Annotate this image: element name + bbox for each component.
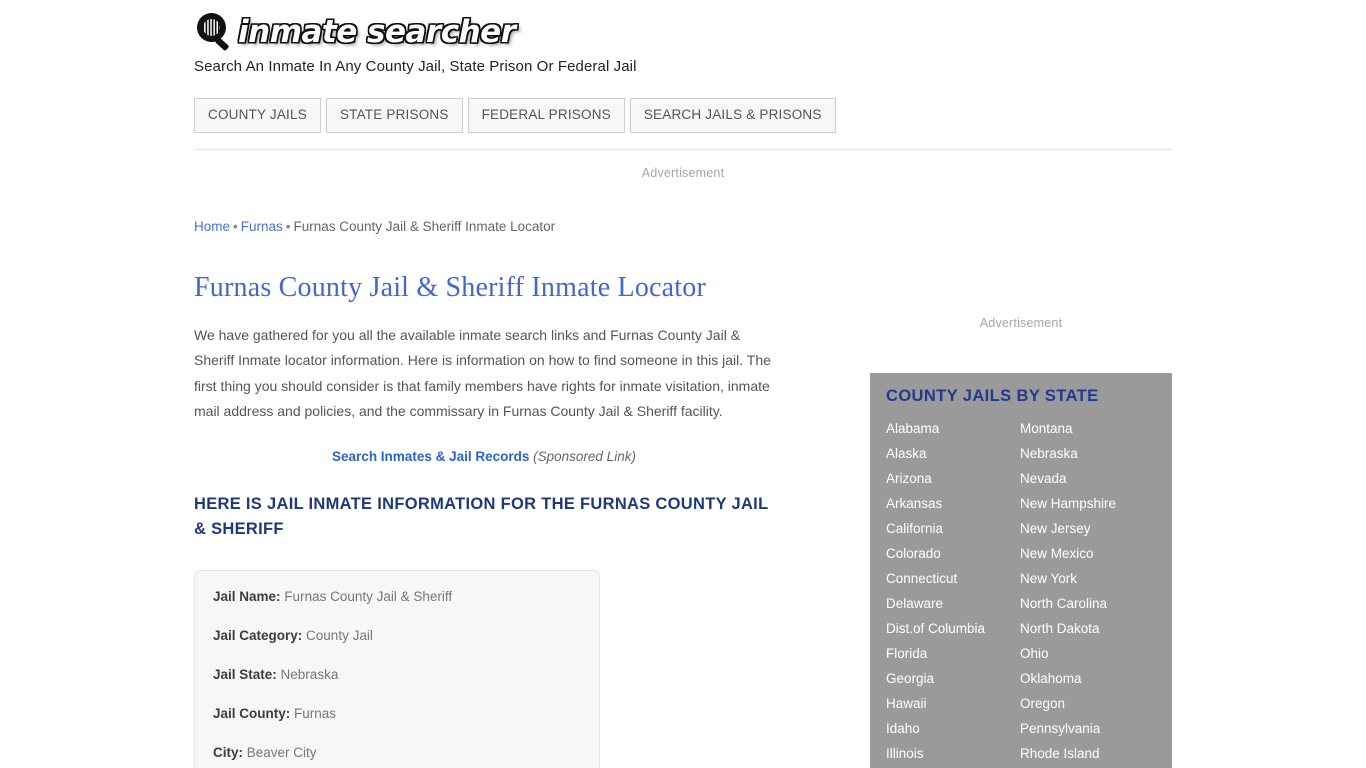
state-column-left: Alabama Alaska Arizona Arkansas California Co… <box>886 416 1020 766</box>
info-value-city: Beaver City <box>246 744 317 760</box>
state-link-north-carolina[interactable]: North Carolina <box>1020 591 1154 616</box>
state-link-new-jersey[interactable]: New Jersey <box>1020 516 1154 541</box>
state-link-florida[interactable]: Florida <box>886 641 1020 666</box>
nav-item-federal-prisons[interactable]: FEDERAL PRISONS <box>467 98 625 133</box>
state-link-arkansas[interactable]: Arkansas <box>886 491 1020 516</box>
breadcrumb: Home • Furnas • Furnas County Jail & Sheriff… <box>194 218 794 236</box>
main-column: Home • Furnas • Furnas County Jail & Sheriff… <box>194 218 794 768</box>
side-ad-label: Advertisement <box>979 316 1063 330</box>
state-link-rhode-island[interactable]: Rhode Island <box>1020 741 1154 766</box>
info-row-city: City: Beaver City <box>213 743 581 763</box>
state-link-ohio[interactable]: Ohio <box>1020 641 1154 666</box>
breadcrumb-current: Furnas County Jail & Sheriff Inmate Loca… <box>293 219 556 234</box>
logo-text: inmate searcher <box>238 14 516 50</box>
logo[interactable]: inmate searcher <box>194 10 1172 54</box>
breadcrumb-home-link[interactable]: Home <box>194 219 230 234</box>
nav-item-search-jails-prisons[interactable]: SEARCH JAILS & PRISONS <box>629 98 836 133</box>
site-header: inmate searcher Search An Inmate In Any … <box>194 10 1172 75</box>
side-ad-slot: Advertisement <box>870 314 1172 330</box>
search-inmates-records-link[interactable]: Search Inmates & Jail Records <box>332 449 529 464</box>
nav-item-state-prisons[interactable]: STATE PRISONS <box>325 98 463 133</box>
state-column-right: Montana Nebraska Nevada New Hampshire New Je… <box>1020 416 1154 766</box>
sponsored-link-row: Search Inmates & Jail Records (Sponsored… <box>194 449 774 464</box>
state-link-north-dakota[interactable]: North Dakota <box>1020 616 1154 641</box>
state-link-idaho[interactable]: Idaho <box>886 716 1020 741</box>
info-row-jail-category: Jail Category: County Jail <box>213 626 581 646</box>
info-value-jail-state: Nebraska <box>280 666 339 682</box>
state-link-montana[interactable]: Montana <box>1020 416 1154 441</box>
county-jails-by-state-panel: County Jails By State Alabama Alaska Arizo… <box>870 373 1172 768</box>
magnifier-jail-icon <box>194 11 236 53</box>
state-link-arizona[interactable]: Arizona <box>886 466 1020 491</box>
main-nav: COUNTY JAILS STATE PRISONS FEDERAL PRISO… <box>194 98 836 133</box>
info-row-jail-state: Jail State: Nebraska <box>213 665 581 685</box>
info-label-jail-state: Jail State: <box>213 666 277 682</box>
info-row-jail-county: Jail County: Furnas <box>213 704 581 724</box>
top-ad-slot: Advertisement <box>194 164 1172 180</box>
state-link-california[interactable]: California <box>886 516 1020 541</box>
state-link-hawaii[interactable]: Hawaii <box>886 691 1020 716</box>
state-link-alaska[interactable]: Alaska <box>886 441 1020 466</box>
info-label-jail-county: Jail County: <box>213 705 291 721</box>
sponsored-note: (Sponsored Link) <box>533 448 636 464</box>
state-link-dist-of-columbia[interactable]: Dist.of Columbia <box>886 616 1020 641</box>
breadcrumb-separator-1: • <box>233 219 238 234</box>
state-link-georgia[interactable]: Georgia <box>886 666 1020 691</box>
state-link-new-mexico[interactable]: New Mexico <box>1020 541 1154 566</box>
breadcrumb-county-link[interactable]: Furnas <box>241 219 283 234</box>
state-link-delaware[interactable]: Delaware <box>886 591 1020 616</box>
info-label-city: City: <box>213 744 243 760</box>
section-heading: Here is jail inmate information for the … <box>194 494 769 538</box>
state-link-new-york[interactable]: New York <box>1020 566 1154 591</box>
info-value-jail-name: Furnas County Jail & Sheriff <box>284 588 453 604</box>
state-link-oregon[interactable]: Oregon <box>1020 691 1154 716</box>
nav-item-county-jails[interactable]: COUNTY JAILS <box>194 98 321 133</box>
info-label-jail-name: Jail Name: <box>213 588 281 604</box>
state-link-columns: Alabama Alaska Arizona Arkansas California Co… <box>870 416 1172 766</box>
jail-info-card: Jail Name: Furnas County Jail & Sheriff … <box>194 569 600 768</box>
state-link-new-hampshire[interactable]: New Hampshire <box>1020 491 1154 516</box>
info-label-jail-category: Jail Category: <box>213 627 303 643</box>
top-ad-label: Advertisement <box>641 166 725 180</box>
sidebar-title: County Jails By State <box>886 387 1099 405</box>
state-link-illinois[interactable]: Illinois <box>886 741 1020 766</box>
intro-paragraph: We have gathered for you all the availab… <box>194 326 771 420</box>
page-title: Furnas County Jail & Sheriff Inmate Loca… <box>194 272 706 303</box>
state-link-nevada[interactable]: Nevada <box>1020 466 1154 491</box>
info-value-jail-category: County Jail <box>306 627 373 643</box>
state-link-oklahoma[interactable]: Oklahoma <box>1020 666 1154 691</box>
info-value-jail-county: Furnas <box>294 705 337 721</box>
state-link-colorado[interactable]: Colorado <box>886 541 1020 566</box>
state-link-pennsylvania[interactable]: Pennsylvania <box>1020 716 1154 741</box>
state-link-alabama[interactable]: Alabama <box>886 416 1020 441</box>
site-tagline: Search An Inmate In Any County Jail, Sta… <box>194 58 637 75</box>
state-link-nebraska[interactable]: Nebraska <box>1020 441 1154 466</box>
state-link-connecticut[interactable]: Connecticut <box>886 566 1020 591</box>
breadcrumb-separator-2: • <box>285 219 291 234</box>
info-row-jail-name: Jail Name: Furnas County Jail & Sheriff <box>213 587 581 607</box>
page-root: inmate searcher Search An Inmate In Any … <box>0 0 1366 768</box>
header-divider <box>194 149 1172 150</box>
